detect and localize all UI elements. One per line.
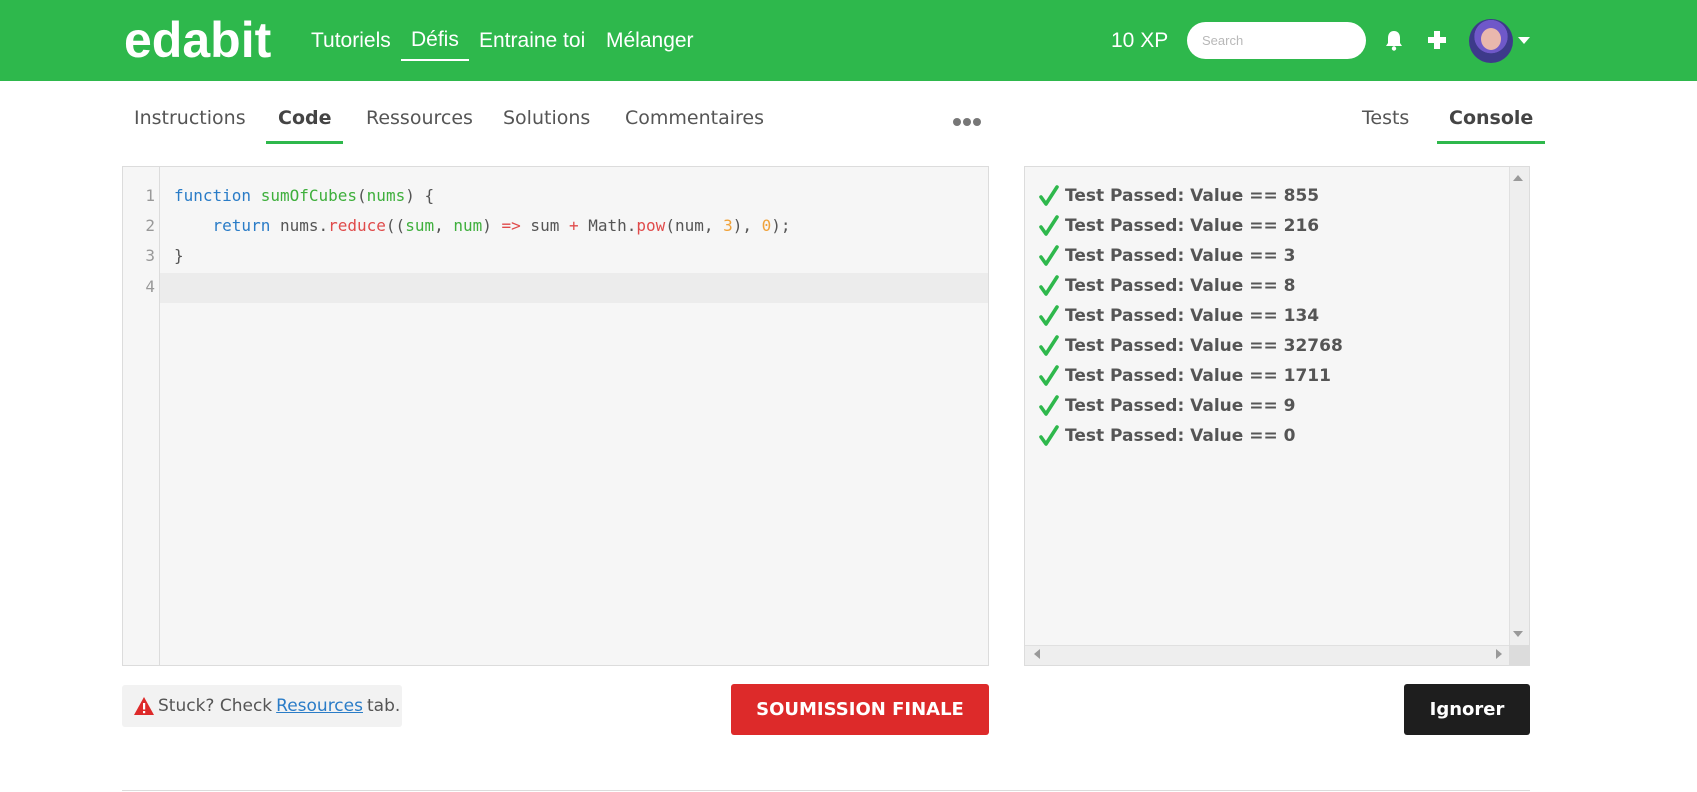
tab-code[interactable]: Code [266,107,344,144]
stuck-suffix: tab. [366,696,401,716]
code-editor[interactable]: 1 2 3 4 function sumOfCubes(nums) { retu… [122,166,989,666]
bell-icon[interactable] [1384,29,1404,51]
resources-link[interactable]: Resources [276,696,363,716]
tab-ressources[interactable]: Ressources [366,107,473,141]
scrollbar-corner [1509,645,1529,665]
test-result-text: Test Passed: Value == 855 [1065,186,1320,206]
avatar[interactable] [1469,19,1513,63]
scroll-right-arrow-icon[interactable] [1496,649,1502,659]
more-options-icon[interactable] [953,113,983,126]
checkmark-icon [1039,365,1059,386]
code-line: function sumOfCubes(nums) { [174,186,435,205]
xp-counter: 10 XP [1111,29,1169,52]
test-result-text: Test Passed: Value == 216 [1065,216,1320,236]
line-number: 2 [145,216,155,235]
horizontal-scrollbar[interactable] [1025,645,1509,665]
line-number: 3 [145,246,155,265]
test-result-row: Test Passed: Value == 134 [1039,304,1319,328]
active-line-highlight [160,273,988,303]
checkmark-icon [1039,305,1059,326]
test-result-text: Test Passed: Value == 9 [1065,396,1296,416]
nav-tutoriels[interactable]: Tutoriels [311,28,391,54]
plus-icon[interactable] [1426,29,1448,51]
test-result-row: Test Passed: Value == 8 [1039,274,1295,298]
divider [122,790,1530,791]
test-result-row: Test Passed: Value == 216 [1039,214,1319,238]
tab-instructions[interactable]: Instructions [134,107,246,141]
edabit-logo[interactable]: edabit [124,10,271,70]
caret-down-icon[interactable] [1518,37,1530,44]
checkmark-icon [1039,335,1059,356]
checkmark-icon [1039,245,1059,266]
test-result-row: Test Passed: Value == 3 [1039,244,1295,268]
stuck-hint: Stuck? Check Resources tab. [122,685,402,727]
line-number: 4 [145,277,155,296]
warning-icon [134,697,154,715]
nav-defis[interactable]: Défis [401,27,469,61]
vertical-scrollbar[interactable] [1509,167,1529,647]
checkmark-icon [1039,185,1059,206]
tab-commentaires[interactable]: Commentaires [625,107,764,141]
code-line: } [174,246,184,265]
test-result-row: Test Passed: Value == 855 [1039,184,1319,208]
nav-entraine-toi[interactable]: Entraine toi [479,28,585,54]
console-panel[interactable]: Test Passed: Value == 855 Test Passed: Va… [1024,166,1530,666]
nav-melanger[interactable]: Mélanger [606,28,694,54]
scroll-down-arrow-icon[interactable] [1513,631,1523,637]
test-result-row: Test Passed: Value == 32768 [1039,334,1343,358]
final-submit-button[interactable]: SOUMISSION FINALE [731,684,989,735]
line-number: 1 [145,186,155,205]
test-result-text: Test Passed: Value == 3 [1065,246,1296,266]
test-result-row: Test Passed: Value == 9 [1039,394,1295,418]
line-number-gutter: 1 2 3 4 [123,167,160,665]
scroll-up-arrow-icon[interactable] [1513,175,1523,181]
top-navbar: edabit Tutoriels Défis Entraine toi Méla… [0,0,1697,81]
ignore-button[interactable]: Ignorer [1404,684,1530,735]
test-result-text: Test Passed: Value == 1711 [1065,366,1331,386]
checkmark-icon [1039,275,1059,296]
tab-console[interactable]: Console [1437,107,1546,144]
stuck-prefix: Stuck? Check [158,696,273,716]
checkmark-icon [1039,215,1059,236]
scroll-left-arrow-icon[interactable] [1034,649,1040,659]
tab-tests[interactable]: Tests [1362,107,1409,141]
test-result-text: Test Passed: Value == 32768 [1065,336,1343,356]
test-result-text: Test Passed: Value == 8 [1065,276,1296,296]
checkmark-icon [1039,425,1059,446]
checkmark-icon [1039,395,1059,416]
code-line: return nums.reduce((sum, num) => sum + M… [212,216,791,235]
test-result-row: Test Passed: Value == 1711 [1039,364,1331,388]
search-input[interactable] [1187,22,1366,59]
test-result-row: Test Passed: Value == 0 [1039,424,1295,448]
test-result-text: Test Passed: Value == 0 [1065,426,1296,446]
test-result-text: Test Passed: Value == 134 [1065,306,1320,326]
tab-solutions[interactable]: Solutions [503,107,590,141]
